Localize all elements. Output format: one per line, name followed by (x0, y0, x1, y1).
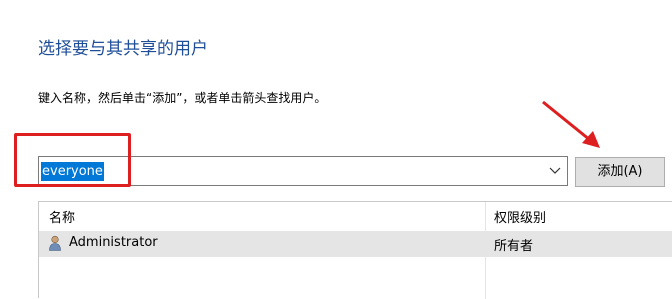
list-row[interactable]: Administrator 所有者 (39, 231, 672, 257)
annotation-highlight-box (14, 133, 131, 187)
dialog-heading: 选择要与其共享的用户 (38, 39, 208, 59)
user-list: 名称 权限级别 Administrator 所有者 (38, 201, 672, 299)
add-button[interactable]: 添加(A) (575, 157, 665, 187)
dialog-instruction: 键入名称，然后单击“添加”，或者单击箭头查找用户。 (38, 91, 327, 105)
row-permission-level: 所有者 (494, 239, 534, 254)
user-icon (48, 235, 62, 255)
row-user-name: Administrator (69, 235, 158, 250)
column-header-permission[interactable]: 权限级别 (494, 207, 546, 226)
chevron-down-icon[interactable] (543, 157, 567, 185)
annotation-arrow-icon (542, 100, 600, 148)
list-header: 名称 权限级别 (39, 202, 672, 230)
column-header-name[interactable]: 名称 (49, 207, 75, 226)
